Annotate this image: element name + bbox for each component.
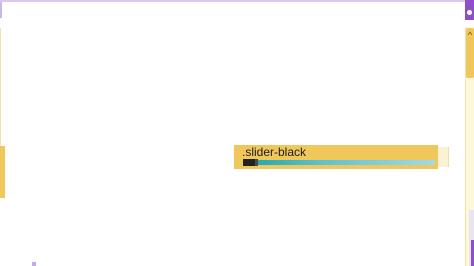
slider-card-edge bbox=[438, 147, 449, 167]
left-edge-tab[interactable] bbox=[0, 146, 5, 198]
slider-track[interactable] bbox=[243, 160, 435, 165]
corner-badge-dot bbox=[467, 10, 472, 15]
page: ^ .slider-black bbox=[0, 0, 474, 266]
slider-thumb[interactable] bbox=[255, 159, 258, 166]
bottom-marker bbox=[32, 262, 36, 266]
top-left-marker bbox=[0, 2, 2, 18]
slider-label: .slider-black bbox=[242, 145, 307, 159]
chevron-up-icon[interactable]: ^ bbox=[466, 30, 474, 40]
left-border-line bbox=[0, 28, 1, 146]
top-border bbox=[0, 0, 465, 2]
